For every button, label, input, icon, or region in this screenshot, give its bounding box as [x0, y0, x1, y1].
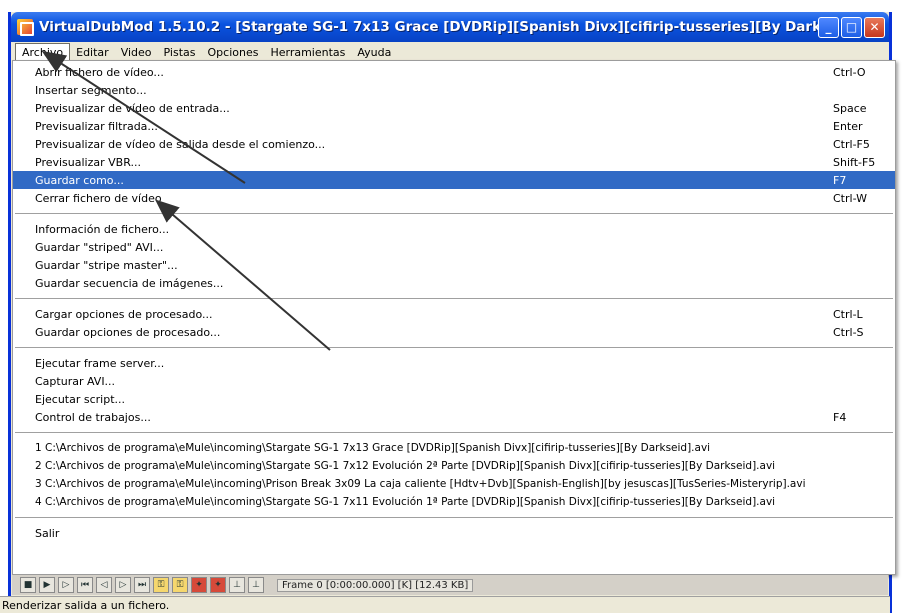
- menu-item-previsualizar-vbr[interactable]: Previsualizar VBR... Shift-F5: [13, 153, 895, 171]
- menu-item-guardar-secuencia[interactable]: Guardar secuencia de imágenes...: [13, 274, 895, 292]
- menu-item-shortcut: F4: [833, 410, 847, 424]
- menu-item-abrir[interactable]: Abrir fichero de vídeo... Ctrl-O: [13, 63, 895, 81]
- frame-info: Frame 0 [0:00:00.000] [K] [12.43 KB]: [277, 578, 474, 592]
- menu-separator: [15, 298, 893, 299]
- menu-item-label: Ejecutar script...: [35, 392, 126, 406]
- menu-item-label: Ejecutar frame server...: [35, 356, 165, 370]
- menu-item-label: Insertar segmento...: [35, 83, 147, 97]
- menu-item-informacion-fichero[interactable]: Información de fichero...: [13, 220, 895, 238]
- play-input-icon[interactable]: ▶: [39, 577, 55, 593]
- recent-file-3[interactable]: 3 C:\Archivos de programa\eMule\incoming…: [13, 475, 895, 493]
- menu-item-label: Guardar "striped" AVI...: [35, 240, 164, 254]
- menu-item-previsualizar-salida[interactable]: Previsualizar de vídeo de salida desde e…: [13, 135, 895, 153]
- menu-item-label: Información de fichero...: [35, 222, 170, 236]
- menu-item-cerrar-fichero[interactable]: Cerrar fichero de vídeo Ctrl-W: [13, 189, 895, 207]
- menu-item-label: Cerrar fichero de vídeo: [35, 191, 162, 205]
- menu-ayuda[interactable]: Ayuda: [351, 44, 397, 61]
- menu-item-ejecutar-script[interactable]: Ejecutar script...: [13, 390, 895, 408]
- menu-item-label: Guardar "stripe master"...: [35, 258, 178, 272]
- menu-item-previsualizar-filtrada[interactable]: Previsualizar filtrada... Enter: [13, 117, 895, 135]
- menu-item-previsualizar-entrada[interactable]: Previsualizar de vídeo de entrada... Spac…: [13, 99, 895, 117]
- menu-item-guardar-opciones[interactable]: Guardar opciones de procesado... Ctrl-S: [13, 323, 895, 341]
- menu-pistas[interactable]: Pistas: [158, 44, 202, 61]
- start-icon[interactable]: ⏮: [77, 577, 93, 593]
- mark-in-icon[interactable]: ⊥: [229, 577, 245, 593]
- maximize-button[interactable]: □: [841, 16, 862, 38]
- title-bar[interactable]: VirtualDubMod 1.5.10.2 - [Stargate SG-1 …: [11, 12, 889, 42]
- recent-file-label: 4 C:\Archivos de programa\eMule\incoming…: [35, 496, 776, 508]
- menu-editar[interactable]: Editar: [70, 44, 115, 61]
- menu-item-shortcut: Ctrl-O: [833, 65, 866, 79]
- menu-item-frame-server[interactable]: Ejecutar frame server...: [13, 354, 895, 372]
- prev-frame-icon[interactable]: ◁: [96, 577, 112, 593]
- menu-bar: Archivo Editar Video Pistas Opciones Her…: [11, 42, 889, 62]
- menu-item-cargar-opciones[interactable]: Cargar opciones de procesado... Ctrl-L: [13, 305, 895, 323]
- menu-item-guardar-como[interactable]: Guardar como... F7: [13, 171, 895, 189]
- menu-item-shortcut: Enter: [833, 119, 863, 133]
- playback-toolbar: ■ ▶ ▷ ⏮ ◁ ▷ ⏭ ⚿ ⚿ ✦ ✦ ⊥ ⊥ Frame 0 [0:00:…: [12, 575, 888, 595]
- menu-item-label: Control de trabajos...: [35, 410, 151, 424]
- recent-file-4[interactable]: 4 C:\Archivos de programa\eMule\incoming…: [13, 493, 895, 511]
- recent-file-2[interactable]: 2 C:\Archivos de programa\eMule\incoming…: [13, 457, 895, 475]
- menu-item-shortcut: Ctrl-S: [833, 325, 864, 339]
- menu-archivo[interactable]: Archivo: [15, 42, 71, 62]
- menu-item-shortcut: Ctrl-F5: [833, 137, 870, 151]
- recent-file-label: 1 C:\Archivos de programa\eMule\incoming…: [35, 442, 711, 454]
- menu-item-label: Salir: [35, 526, 60, 540]
- menu-item-label: Cargar opciones de procesado...: [35, 307, 213, 321]
- menu-item-shortcut: Space: [833, 101, 867, 115]
- recent-file-label: 2 C:\Archivos de programa\eMule\incoming…: [35, 460, 776, 472]
- menu-item-label: Guardar como...: [35, 173, 124, 187]
- menu-item-label: Previsualizar filtrada...: [35, 119, 158, 133]
- menu-separator: [15, 347, 893, 348]
- menu-item-label: Previsualizar VBR...: [35, 155, 141, 169]
- menu-item-guardar-striped[interactable]: Guardar "striped" AVI...: [13, 238, 895, 256]
- menu-item-shortcut: Ctrl-L: [833, 307, 863, 321]
- window-title: VirtualDubMod 1.5.10.2 - [Stargate SG-1 …: [39, 19, 818, 35]
- menu-item-salir[interactable]: Salir: [13, 524, 895, 542]
- archivo-dropdown-menu: Abrir fichero de vídeo... Ctrl-O Insertar…: [12, 60, 896, 575]
- menu-item-label: Previsualizar de vídeo de entrada...: [35, 101, 230, 115]
- menu-item-shortcut: Ctrl-W: [833, 191, 867, 205]
- scene-next-icon[interactable]: ✦: [210, 577, 226, 593]
- next-frame-icon[interactable]: ▷: [115, 577, 131, 593]
- key-prev-icon[interactable]: ⚿: [153, 577, 169, 593]
- menu-item-insertar-segmento[interactable]: Insertar segmento...: [13, 81, 895, 99]
- close-button[interactable]: ✕: [864, 16, 885, 38]
- recent-file-label: 3 C:\Archivos de programa\eMule\incoming…: [35, 478, 806, 490]
- menu-herramientas[interactable]: Herramientas: [264, 44, 351, 61]
- menu-item-label: Guardar secuencia de imágenes...: [35, 276, 224, 290]
- menu-item-capturar-avi[interactable]: Capturar AVI...: [13, 372, 895, 390]
- status-bar: Renderizar salida a un fichero.: [0, 596, 890, 613]
- menu-item-control-trabajos[interactable]: Control de trabajos... F4: [13, 408, 895, 426]
- key-next-icon[interactable]: ⚿: [172, 577, 188, 593]
- mark-out-icon[interactable]: ⊥: [248, 577, 264, 593]
- menu-item-label: Guardar opciones de procesado...: [35, 325, 221, 339]
- play-output-icon[interactable]: ▷: [58, 577, 74, 593]
- minimize-button[interactable]: _: [818, 16, 839, 38]
- menu-item-label: Abrir fichero de vídeo...: [35, 65, 164, 79]
- menu-separator: [15, 517, 893, 518]
- menu-item-label: Previsualizar de vídeo de salida desde e…: [35, 137, 326, 151]
- scene-prev-icon[interactable]: ✦: [191, 577, 207, 593]
- end-icon[interactable]: ⏭: [134, 577, 150, 593]
- virtualdub-app-icon: [17, 19, 34, 36]
- menu-item-shortcut: F7: [833, 173, 847, 187]
- menu-separator: [15, 432, 893, 433]
- menu-item-guardar-stripe-master[interactable]: Guardar "stripe master"...: [13, 256, 895, 274]
- recent-file-1[interactable]: 1 C:\Archivos de programa\eMule\incoming…: [13, 439, 895, 457]
- menu-item-shortcut: Shift-F5: [833, 155, 876, 169]
- menu-separator: [15, 213, 893, 214]
- menu-opciones[interactable]: Opciones: [202, 44, 265, 61]
- menu-video[interactable]: Video: [115, 44, 158, 61]
- stop-icon[interactable]: ■: [20, 577, 36, 593]
- menu-item-label: Capturar AVI...: [35, 374, 116, 388]
